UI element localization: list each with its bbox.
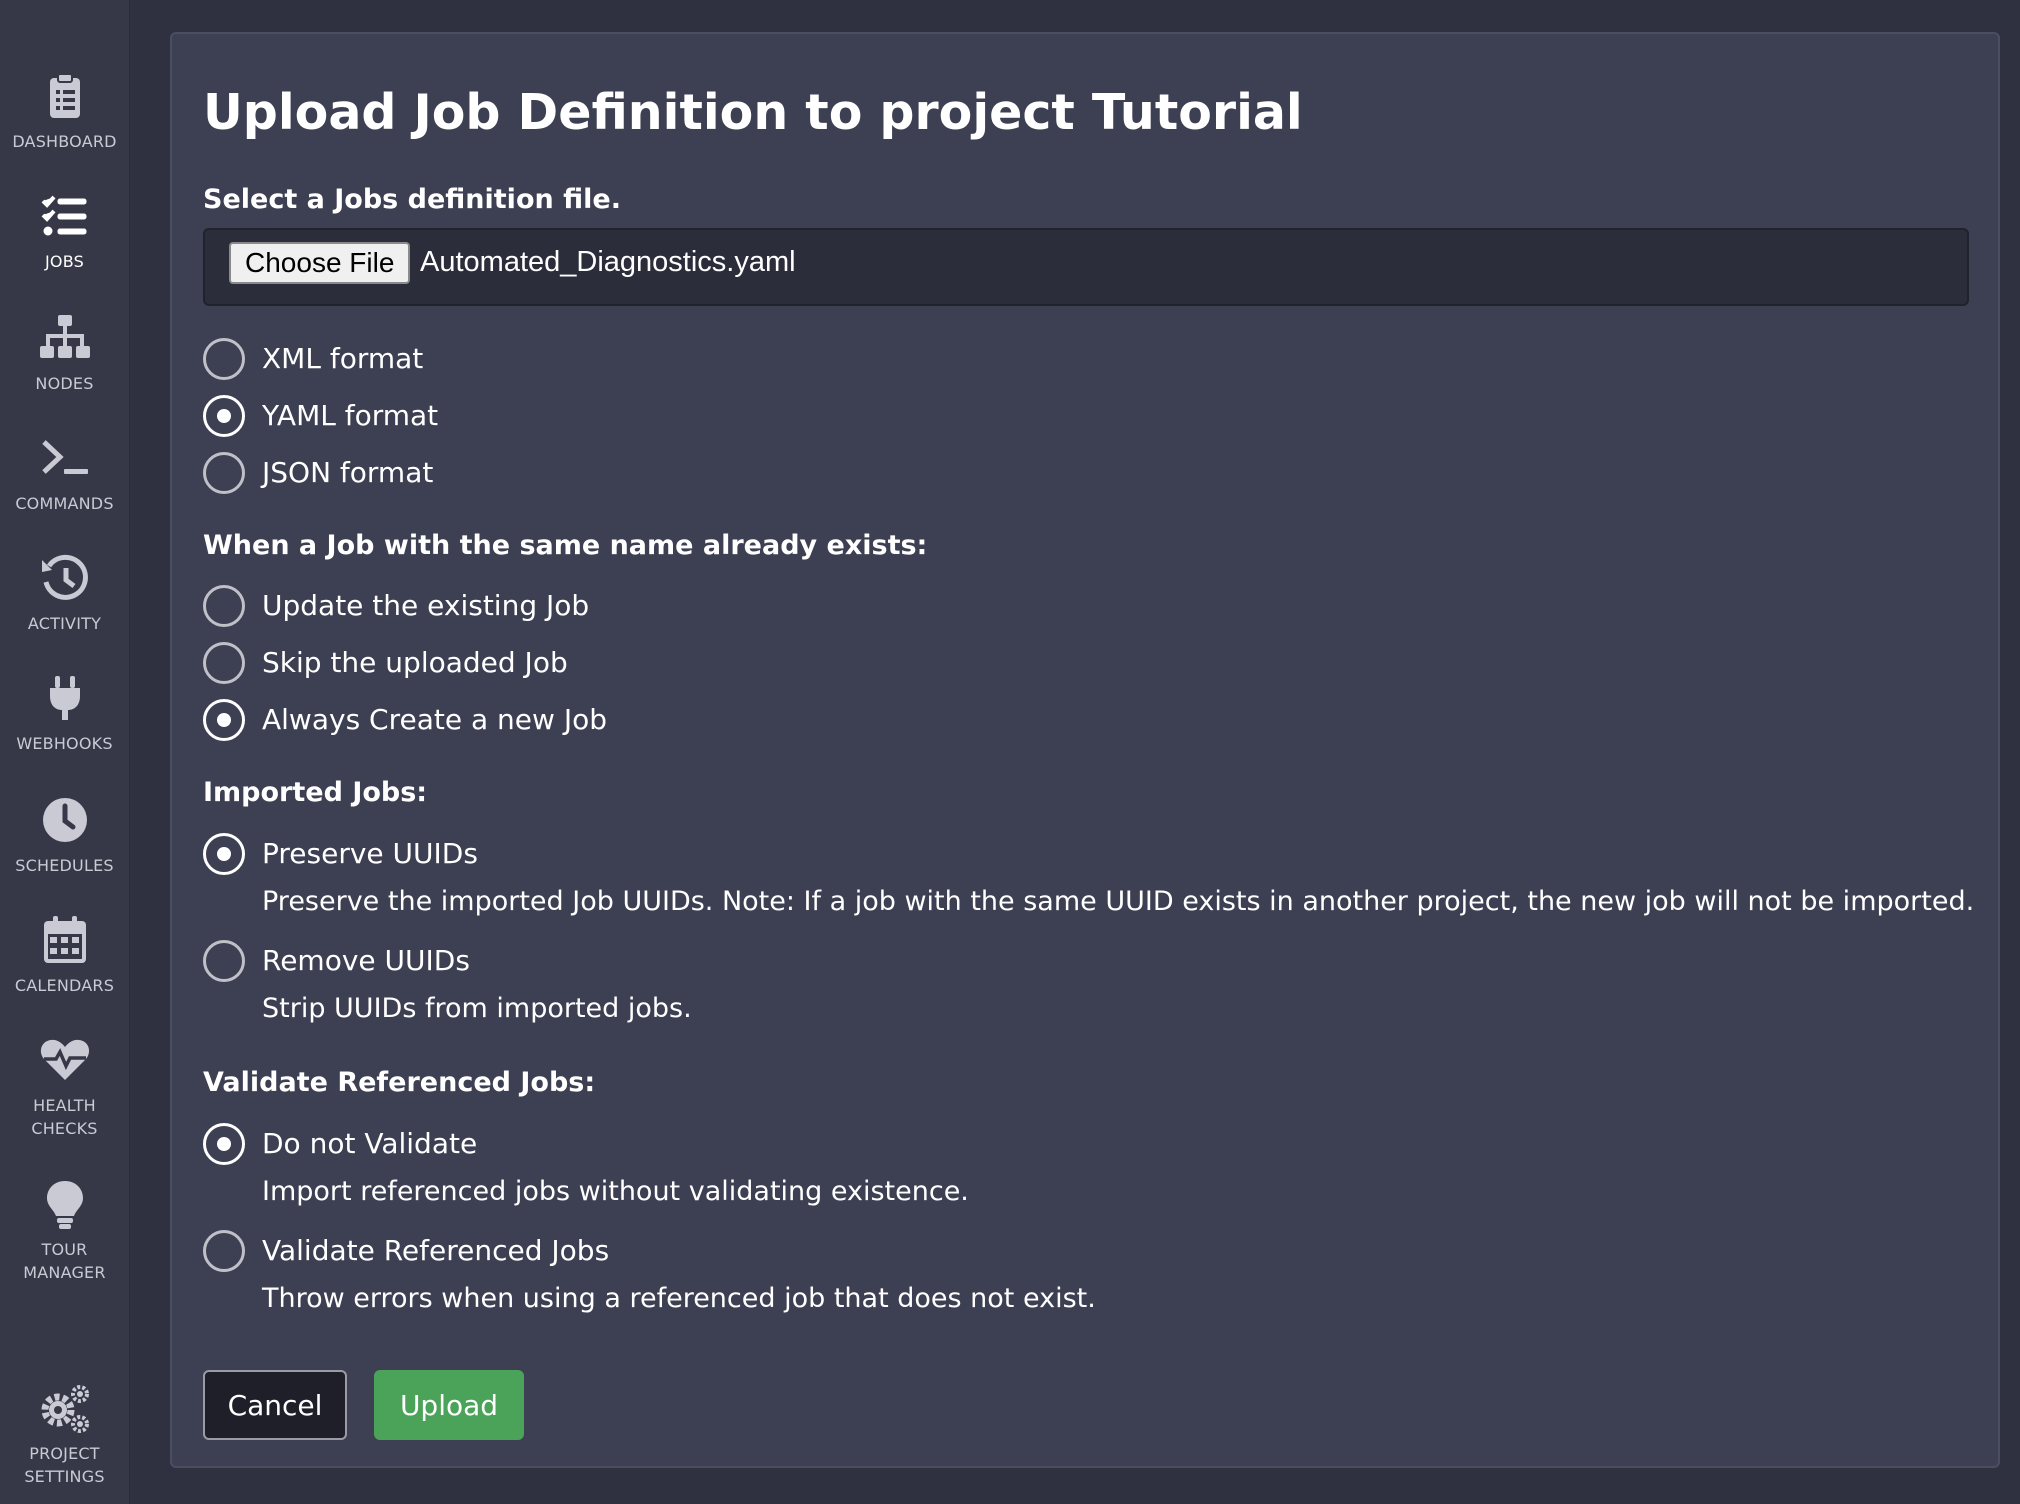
sidebar-item-label: NODES [35, 374, 94, 393]
remove-uuids-help: Strip UUIDs from imported jobs. [262, 993, 692, 1024]
clock-icon [38, 794, 92, 848]
sidebar-item-tour-manager[interactable]: TOUR MANAGER [0, 1178, 129, 1284]
sidebar-item-project-settings[interactable]: PROJECT SETTINGS [0, 1382, 129, 1488]
validate-section-label: Validate Referenced Jobs: [203, 1067, 596, 1098]
terminal-icon [38, 432, 92, 486]
sidebar-item-label: ACTIVITY [27, 614, 102, 633]
sidebar-item-jobs[interactable]: JOBS [0, 190, 129, 273]
sidebar-item-activity[interactable]: ACTIVITY [0, 552, 129, 635]
sidebar-item-label: PROJECT SETTINGS [24, 1444, 105, 1486]
sidebar-item-label: COMMANDS [15, 494, 114, 513]
calendar-icon [38, 914, 92, 968]
sidebar-item-label: SCHEDULES [15, 856, 114, 875]
upload-job-card: Upload Job Definition to project Tutoria… [170, 32, 2000, 1468]
file-section-label: Select a Jobs definition file. [203, 184, 621, 215]
choose-file-button[interactable]: Choose File [229, 242, 411, 284]
radio-circle[interactable] [203, 585, 245, 627]
radio-label[interactable]: JSON format [262, 452, 433, 494]
sidebar-item-webhooks[interactable]: WEBHOOKS [0, 672, 129, 755]
imported-section-label: Imported Jobs: [203, 777, 428, 808]
sitemap-icon [38, 312, 92, 366]
sidebar-item-label: JOBS [45, 252, 84, 271]
sidebar-item-label: CALENDARS [14, 976, 115, 995]
sidebar: DASHBOARD JOBS NODES COMMANDS ACTIVITY W… [0, 0, 130, 1504]
radio-label[interactable]: Always Create a new Job [262, 699, 607, 741]
radio-label[interactable]: Do not Validate [262, 1123, 477, 1165]
sidebar-item-label: DASHBOARD [12, 132, 117, 151]
clipboard-icon [38, 70, 92, 124]
sidebar-item-label: HEALTH CHECKS [31, 1096, 98, 1138]
heartbeat-icon [38, 1034, 92, 1088]
do-not-validate-help: Import referenced jobs without validatin… [262, 1176, 969, 1207]
sidebar-item-commands[interactable]: COMMANDS [0, 432, 129, 515]
sidebar-item-health-checks[interactable]: HEALTH CHECKS [0, 1034, 129, 1140]
lightbulb-icon [38, 1178, 92, 1232]
validate-referenced-help: Throw errors when using a referenced job… [262, 1283, 1096, 1314]
radio-circle[interactable] [203, 833, 245, 875]
radio-circle[interactable] [203, 1123, 245, 1165]
history-icon [38, 552, 92, 606]
upload-button[interactable]: Upload [374, 1370, 524, 1440]
sidebar-item-label: TOUR MANAGER [23, 1240, 106, 1282]
preserve-uuids-help: Preserve the imported Job UUIDs. Note: I… [262, 886, 1975, 917]
duplicate-section-label: When a Job with the same name already ex… [203, 530, 928, 561]
cancel-button[interactable]: Cancel [203, 1370, 347, 1440]
checklist-icon [38, 190, 92, 244]
page-title: Upload Job Definition to project Tutoria… [203, 84, 1303, 141]
radio-circle[interactable] [203, 940, 245, 982]
sidebar-item-nodes[interactable]: NODES [0, 312, 129, 395]
radio-label[interactable]: Validate Referenced Jobs [262, 1230, 609, 1272]
sidebar-item-dashboard[interactable]: DASHBOARD [0, 70, 129, 153]
radio-circle[interactable] [203, 395, 245, 437]
sidebar-item-label: WEBHOOKS [16, 734, 113, 753]
radio-label[interactable]: YAML format [262, 395, 438, 437]
radio-label[interactable]: Update the existing Job [262, 585, 589, 627]
file-input[interactable]: Choose File Automated_Diagnostics.yaml [203, 228, 1969, 306]
radio-circle[interactable] [203, 642, 245, 684]
radio-label[interactable]: XML format [262, 338, 423, 380]
radio-label[interactable]: Remove UUIDs [262, 940, 470, 982]
plug-icon [38, 672, 92, 726]
radio-circle[interactable] [203, 1230, 245, 1272]
radio-label[interactable]: Skip the uploaded Job [262, 642, 568, 684]
radio-circle[interactable] [203, 452, 245, 494]
sidebar-item-schedules[interactable]: SCHEDULES [0, 794, 129, 877]
radio-label[interactable]: Preserve UUIDs [262, 833, 478, 875]
selected-file-name: Automated_Diagnostics.yaml [420, 246, 796, 278]
sidebar-item-calendars[interactable]: CALENDARS [0, 914, 129, 997]
radio-circle[interactable] [203, 699, 245, 741]
radio-circle[interactable] [203, 338, 245, 380]
gears-icon [38, 1382, 92, 1436]
